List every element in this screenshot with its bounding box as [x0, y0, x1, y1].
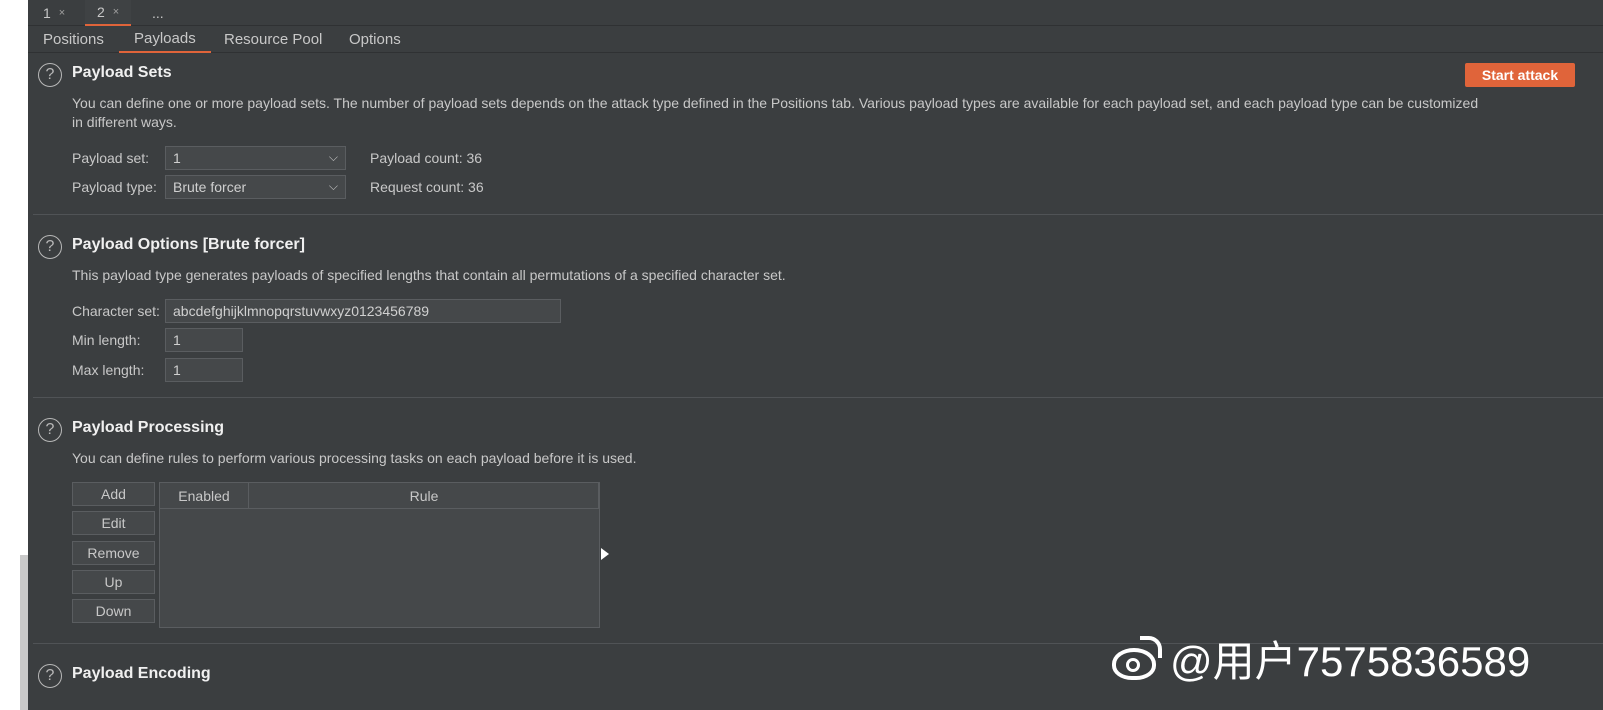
- instance-tab-2[interactable]: 2 ×: [85, 0, 132, 26]
- instance-tab-1[interactable]: 1 ×: [31, 0, 77, 26]
- close-icon[interactable]: ×: [59, 7, 65, 19]
- column-header-rule[interactable]: Rule: [249, 483, 599, 509]
- watermark-text: @用户7575836589: [1170, 638, 1531, 685]
- payload-set-value: 1: [173, 150, 181, 166]
- payload-sets-description: You can define one or more payload sets.…: [72, 94, 1602, 132]
- column-header-enabled[interactable]: Enabled: [160, 483, 248, 509]
- payload-options-title: Payload Options [Brute forcer]: [72, 236, 305, 253]
- down-rule-button[interactable]: Down: [72, 599, 155, 623]
- tab-options[interactable]: Options: [334, 26, 416, 53]
- help-icon[interactable]: ?: [38, 418, 62, 442]
- chevron-down-icon: ⌵: [328, 150, 338, 164]
- max-length-input[interactable]: 1: [165, 358, 243, 382]
- instance-tab-label: ...: [152, 5, 164, 21]
- min-length-input[interactable]: 1: [165, 328, 243, 352]
- payload-count: Payload count: 36: [370, 150, 483, 166]
- tab-positions[interactable]: Positions: [28, 26, 119, 53]
- tab-resource-pool[interactable]: Resource Pool: [209, 26, 337, 53]
- section-divider: [33, 214, 1603, 215]
- help-icon[interactable]: ?: [38, 235, 62, 259]
- request-count: Request count: 36: [370, 179, 484, 195]
- character-set-input[interactable]: abcdefghijklmnopqrstuvwxyz0123456789: [165, 299, 561, 323]
- payload-processing-description: You can define rules to perform various …: [72, 450, 637, 466]
- tab-payloads[interactable]: Payloads: [119, 26, 211, 53]
- new-instance-tab[interactable]: ...: [140, 0, 176, 26]
- weibo-logo-icon: [1108, 635, 1164, 682]
- edit-rule-button[interactable]: Edit: [72, 511, 155, 535]
- payload-set-select[interactable]: 1 ⌵: [165, 146, 346, 170]
- description-line: in different ways.: [72, 114, 177, 130]
- add-rule-button[interactable]: Add: [72, 482, 155, 506]
- intruder-panel: 1 × 2 × ... Positions Payloads Resource …: [28, 0, 1603, 710]
- payload-encoding-title: Payload Encoding: [72, 665, 211, 682]
- payload-type-select[interactable]: Brute forcer ⌵: [165, 175, 346, 199]
- payload-type-value: Brute forcer: [173, 179, 247, 195]
- up-rule-button[interactable]: Up: [72, 570, 155, 594]
- left-scrollbar[interactable]: [20, 555, 28, 710]
- payload-set-label: Payload set:: [72, 150, 150, 166]
- description-line: You can define one or more payload sets.…: [72, 95, 1479, 111]
- instance-tab-label: 2: [97, 4, 105, 20]
- remove-rule-button[interactable]: Remove: [72, 541, 155, 565]
- instance-tab-bar: 1 × 2 × ...: [28, 0, 1603, 26]
- instance-tab-label: 1: [43, 5, 51, 21]
- payload-type-label: Payload type:: [72, 179, 157, 195]
- column-separator: [598, 483, 599, 509]
- chevron-down-icon: ⌵: [328, 179, 338, 193]
- start-attack-button[interactable]: Start attack: [1465, 63, 1575, 87]
- sub-tab-bar: Positions Payloads Resource Pool Options: [28, 26, 1603, 53]
- character-set-label: Character set:: [72, 303, 160, 319]
- payload-options-description: This payload type generates payloads of …: [72, 267, 786, 283]
- payload-sets-title: Payload Sets: [72, 64, 172, 81]
- payload-processing-title: Payload Processing: [72, 419, 225, 436]
- table-header: Enabled Rule: [160, 483, 599, 509]
- help-icon[interactable]: ?: [38, 63, 62, 87]
- weibo-watermark: @用户7575836589: [1108, 628, 1530, 689]
- close-icon[interactable]: ×: [113, 6, 119, 18]
- help-icon[interactable]: ?: [38, 664, 62, 688]
- min-length-label: Min length:: [72, 332, 141, 348]
- processing-rules-table[interactable]: Enabled Rule: [159, 482, 600, 628]
- max-length-label: Max length:: [72, 362, 145, 378]
- section-divider: [33, 397, 1603, 398]
- mouse-cursor-icon: [601, 548, 609, 560]
